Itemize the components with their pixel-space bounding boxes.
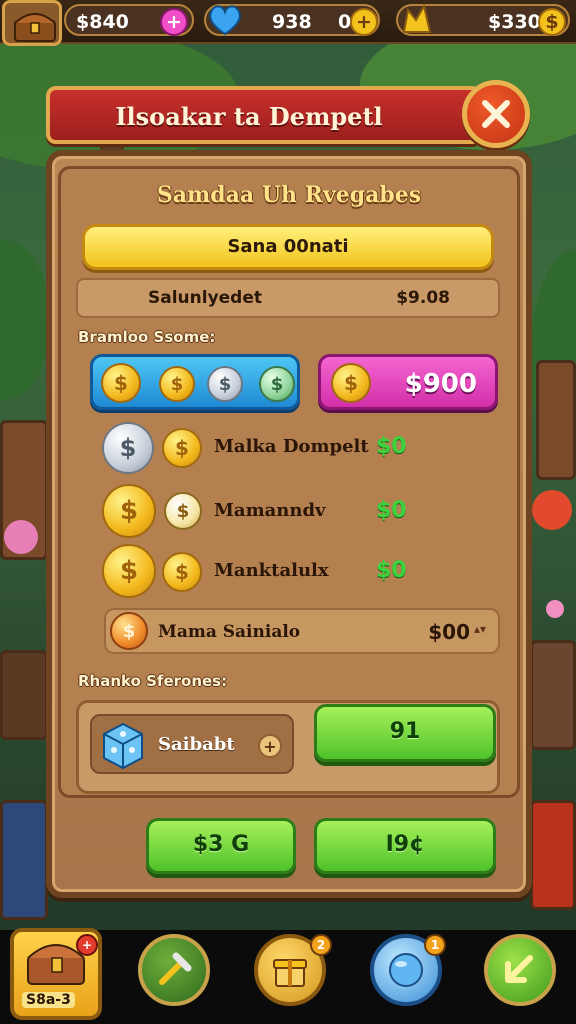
list-item-label: Manktalulx xyxy=(214,560,329,581)
gems-resource-counter: 938 0 + xyxy=(204,4,380,36)
summary-row: Salunlyedet $9.08 xyxy=(76,278,500,318)
store-item-label: Saibabt xyxy=(158,734,235,755)
nav-item-label: S8a-3 xyxy=(22,992,75,1008)
treasure-chest-icon[interactable] xyxy=(2,0,62,46)
bonus-value: $00 xyxy=(428,620,470,644)
nav-item-chest[interactable]: + S8a-3 xyxy=(10,928,102,1020)
gold-coin-icon: $ xyxy=(102,544,156,598)
nav-item-build[interactable] xyxy=(138,934,210,1006)
list-item-value: $0 xyxy=(376,498,407,523)
pink-gem-add-icon[interactable]: + xyxy=(160,8,188,36)
section-title-balance: Bramloo Ssome: xyxy=(78,328,216,346)
list-item[interactable]: $ $ Mamanndv $0 xyxy=(100,484,500,540)
dialog-title: Ilsoakar ta Dempetl xyxy=(115,102,383,131)
globe-icon xyxy=(389,953,423,987)
list-item-value: $0 xyxy=(376,434,407,459)
silver-coin-icon: $ xyxy=(207,366,243,402)
add-icon[interactable]: + xyxy=(258,734,282,758)
stepper-arrows-icon[interactable]: ▴▾ xyxy=(474,622,486,636)
gems-amount: 938 xyxy=(272,11,312,33)
dialog-title-banner: Ilsoakar ta Dempetl xyxy=(46,86,482,144)
store-buy-label: 91 xyxy=(389,719,421,744)
gems-tab-value: $900 xyxy=(404,369,477,399)
add-gems-button[interactable]: + xyxy=(350,8,378,36)
list-item[interactable]: $ $ Manktalulx $0 xyxy=(100,544,500,600)
blue-cube-icon xyxy=(103,722,143,770)
nav-item-shop[interactable]: 2 xyxy=(254,934,332,1006)
pale-gold-coin-icon: $ xyxy=(164,492,202,530)
gold-resource-counter: $840 + xyxy=(64,4,194,36)
bonus-label: Mama Sainialo xyxy=(158,622,301,642)
list-item-label: Malka Dompelt xyxy=(214,436,369,457)
cash-resource-counter: $330 $ xyxy=(396,3,570,36)
notification-badge: + xyxy=(76,934,98,956)
top-resource-bar: $840 + 938 0 + $330 $ xyxy=(0,0,576,46)
orange-coin-icon: $ xyxy=(110,612,148,650)
blue-heart-icon xyxy=(209,5,241,36)
hammer-icon xyxy=(159,952,192,985)
gold-coin-icon: $ xyxy=(162,428,202,468)
list-item-label: Mamanndv xyxy=(214,500,326,521)
silver-coin-icon: $ xyxy=(102,422,154,474)
store-buy-button[interactable]: 91 xyxy=(314,704,496,762)
close-button[interactable] xyxy=(462,80,530,148)
arrow-down-left-icon xyxy=(505,955,533,983)
featured-offer-bar[interactable]: Sana 00nati xyxy=(82,224,494,270)
gold-coin-icon: $ xyxy=(101,363,141,403)
gems-tab[interactable]: $ $900 xyxy=(318,354,498,410)
nav-item-world[interactable]: 1 xyxy=(370,934,446,1006)
list-item-value: $0 xyxy=(376,558,407,583)
gold-amount: $840 xyxy=(76,11,129,33)
list-item[interactable]: $ $ Malka Dompelt $0 xyxy=(100,420,500,476)
summary-label: Salunlyedet xyxy=(148,288,263,308)
notification-badge: 1 xyxy=(424,934,446,956)
right-action-button[interactable]: I9¢ xyxy=(314,818,496,874)
right-action-label: I9¢ xyxy=(385,832,425,857)
left-action-label: $3 G xyxy=(192,832,250,857)
coins-tab[interactable]: $ $ $ $ xyxy=(90,354,300,410)
nav-item-confirm[interactable] xyxy=(484,934,556,1006)
gold-coin-icon: $ xyxy=(331,363,371,403)
notification-badge: 2 xyxy=(310,934,332,956)
coin-icon[interactable]: $ xyxy=(538,8,566,36)
gold-coin-icon: $ xyxy=(162,552,202,592)
summary-value: $9.08 xyxy=(396,288,450,308)
section-title-store: Rhanko Sferones: xyxy=(78,672,228,690)
gold-crown-icon xyxy=(402,3,432,33)
left-action-button[interactable]: $3 G xyxy=(146,818,296,874)
green-coin-icon: $ xyxy=(259,366,295,402)
cash-amount: $330 xyxy=(488,11,541,33)
gold-coin-icon: $ xyxy=(102,484,156,538)
gift-box-icon xyxy=(273,959,307,987)
close-icon xyxy=(482,100,510,128)
bonus-row[interactable]: $ Mama Sainialo $00 ▴▾ xyxy=(104,608,500,654)
store-item[interactable]: Saibabt + xyxy=(90,714,294,774)
gold-coin-icon: $ xyxy=(159,366,195,402)
dialog-subtitle: Samdaa Uh Rvegabes xyxy=(156,182,422,208)
